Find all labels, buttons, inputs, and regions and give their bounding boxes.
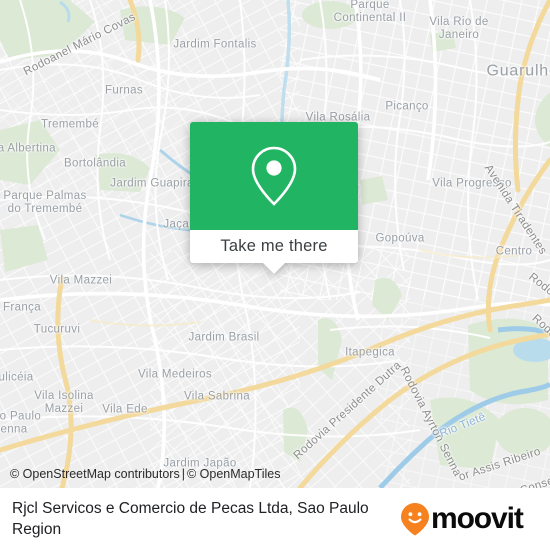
openmaptiles-attribution-link[interactable]: © OpenMapTiles [187, 467, 281, 481]
map-canvas[interactable]: Rodoanel Mário Covas Jardim Fontalis Parqu… [0, 0, 550, 488]
take-me-there-button[interactable]: Take me there [190, 230, 358, 263]
map-attribution: © OpenStreetMap contributors | © OpenMapTi… [10, 467, 280, 481]
moovit-wordmark: moovit [431, 502, 524, 535]
moovit-smiley-pin-icon [401, 503, 429, 536]
take-me-there-label: Take me there [220, 237, 328, 255]
moovit-logo[interactable]: moovit [400, 502, 535, 536]
location-popup-card[interactable]: Take me there [190, 122, 358, 274]
location-title: Rjcl Servicos e Comercio de Pecas Ltda, … [12, 500, 369, 538]
attribution-separator: | [181, 467, 185, 481]
map-pin-icon [251, 146, 297, 206]
map-screen: Rodoanel Mário Covas Jardim Fontalis Parqu… [0, 0, 550, 550]
popup-header [190, 122, 358, 230]
popup-pointer [263, 263, 285, 274]
osm-attribution-link[interactable]: © OpenStreetMap contributors [10, 467, 180, 481]
page-footer: Rjcl Servicos e Comercio de Pecas Ltda, … [0, 488, 550, 550]
